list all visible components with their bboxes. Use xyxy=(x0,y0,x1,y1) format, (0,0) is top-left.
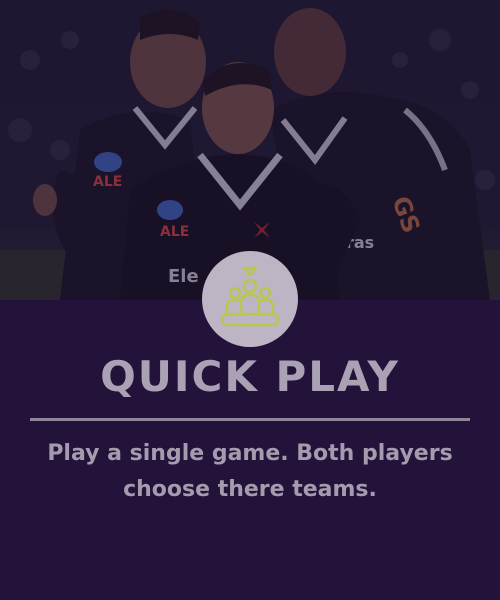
title-divider xyxy=(30,418,470,421)
card-description: Play a single game. Both players choose … xyxy=(47,441,453,502)
quick-play-badge xyxy=(202,251,298,347)
group-of-players-icon xyxy=(220,266,280,327)
quick-play-card[interactable]: GS oras ALE ALE Ele QUICK PLAY Play a si… xyxy=(0,0,500,600)
card-title: QUICK PLAY xyxy=(100,352,400,401)
